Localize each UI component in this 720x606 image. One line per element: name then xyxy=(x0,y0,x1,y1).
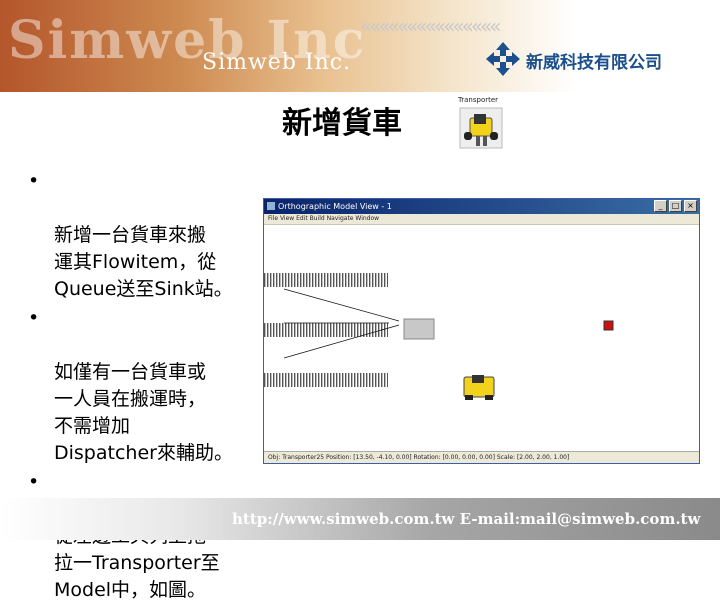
conveyor[interactable] xyxy=(264,373,388,387)
bullet-dot: • xyxy=(28,307,40,329)
cross-arrows-logo-icon xyxy=(486,42,520,76)
model-canvas[interactable] xyxy=(264,225,699,447)
bullet-text: 新增一台貨車來搬 運其Flowitem，從 Queue送至Sink站。 xyxy=(54,224,233,300)
transporter-caption: Transporter xyxy=(458,96,499,104)
transporter-object[interactable] xyxy=(463,375,495,400)
footer-contact: http://www.simweb.com.tw E-mail:mail@sim… xyxy=(232,510,701,528)
brand-text: Simweb Inc. xyxy=(202,50,352,75)
transporter-thumbnail: Transporter xyxy=(456,96,506,150)
window-menubar[interactable]: File View Edit Build Navigate Window xyxy=(264,214,699,225)
queue-object[interactable] xyxy=(403,318,435,340)
window-title: Orthographic Model View - 1 xyxy=(278,202,392,211)
bullet-dot: • xyxy=(28,471,40,493)
conveyor[interactable] xyxy=(264,323,388,337)
decorative-arrows: ««««««««««««««« xyxy=(360,14,502,38)
close-button[interactable]: × xyxy=(684,200,697,212)
company-name: 新威科技有限公司 xyxy=(526,53,662,73)
window-controls: _ □ × xyxy=(654,200,697,212)
bullet-item: • 如僅有一台貨車或 一人員在搬運時， 不需增加 Dispatcher來輔助。 xyxy=(28,305,270,467)
window-statusbar: Obj: Transporter25 Position: [13.50, -4.… xyxy=(264,451,699,463)
bullet-dot: • xyxy=(28,170,40,192)
forklift-icon xyxy=(459,107,503,149)
window-titlebar[interactable]: Orthographic Model View - 1 _ □ × xyxy=(264,199,699,214)
sink-object[interactable] xyxy=(603,320,614,331)
minimize-button[interactable]: _ xyxy=(654,200,667,212)
conveyor[interactable] xyxy=(264,273,388,287)
bullet-list: • 新增一台貨車來搬 運其Flowitem，從 Queue送至Sink站。 • … xyxy=(28,168,270,606)
slide-title: 新增貨車 xyxy=(282,106,402,141)
bullet-item: • 新增一台貨車來搬 運其Flowitem，從 Queue送至Sink站。 xyxy=(28,168,270,303)
window-app-icon xyxy=(267,202,275,210)
header-banner: Simweb Inc ««««««««««««««« Simweb Inc. xyxy=(0,0,720,92)
model-view-window[interactable]: Orthographic Model View - 1 _ □ × File V… xyxy=(263,198,700,464)
maximize-button[interactable]: □ xyxy=(669,200,682,212)
bullet-text: 如僅有一台貨車或 一人員在搬運時， 不需增加 Dispatcher來輔助。 xyxy=(54,361,233,464)
